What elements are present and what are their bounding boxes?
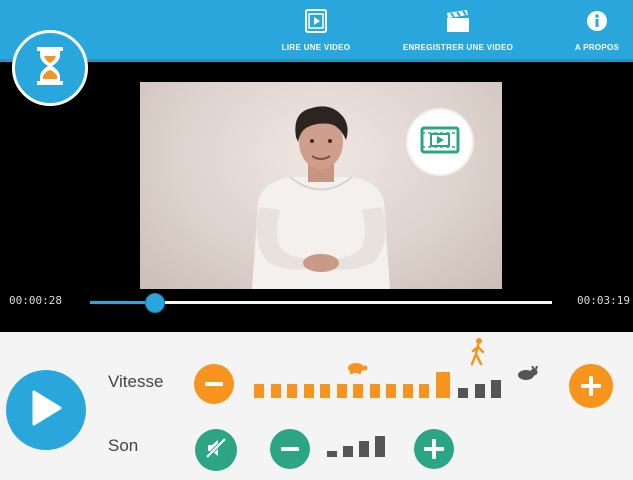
app-logo[interactable]: [12, 30, 88, 106]
speed-level-bar[interactable]: [254, 384, 264, 398]
rabbit-icon: [517, 365, 539, 385]
walking-person-icon: [470, 338, 486, 371]
speed-increase-button[interactable]: [569, 364, 613, 408]
total-time: 00:03:19: [577, 294, 630, 307]
volume-level-bar[interactable]: [343, 446, 353, 457]
turtle-icon: [346, 360, 368, 379]
nav-read-video[interactable]: LIRE UNE VIDEO: [268, 7, 364, 57]
volume-level-bar[interactable]: [327, 451, 337, 457]
video-file-icon: [302, 7, 330, 35]
play-icon: [28, 388, 64, 433]
speed-level-bar[interactable]: [303, 384, 314, 398]
top-header: LIRE UNE VIDEO ENREGISTRER UNE VIDEO A P…: [0, 0, 633, 62]
play-button[interactable]: [6, 370, 86, 450]
speed-level-bar[interactable]: [435, 372, 450, 398]
speed-level-bar[interactable]: [353, 384, 363, 398]
minus-icon: [281, 447, 299, 451]
speed-level-bar[interactable]: [287, 384, 297, 398]
video-player: 00:00:28 00:03:19: [0, 62, 633, 332]
current-time: 00:00:28: [9, 294, 62, 307]
plus-icon: [581, 376, 601, 396]
nav-read-video-label: LIRE UNE VIDEO: [281, 43, 351, 52]
volume-level-scale[interactable]: [327, 432, 407, 462]
hourglass-icon: [35, 46, 65, 91]
speed-level-bar[interactable]: [419, 384, 429, 398]
video-frame[interactable]: [140, 82, 502, 289]
seek-bar[interactable]: [90, 293, 552, 313]
speed-level-bar[interactable]: [474, 384, 485, 398]
speed-level-bar[interactable]: [369, 384, 380, 398]
minus-icon: [205, 382, 223, 386]
mute-icon: [204, 436, 228, 465]
volume-level-bar[interactable]: [375, 436, 385, 457]
nav-about[interactable]: A PROPOS: [562, 7, 632, 57]
volume-increase-button[interactable]: [414, 429, 454, 469]
nav-record-video-label: ENREGISTRER UNE VIDEO: [402, 43, 514, 52]
video-file-icon: [420, 126, 460, 159]
speed-decrease-button[interactable]: [194, 364, 234, 404]
sound-label: Son: [108, 436, 139, 455]
clapperboard-icon: [444, 7, 472, 35]
speed-level-bar[interactable]: [458, 388, 468, 398]
volume-decrease-button[interactable]: [270, 429, 310, 469]
mute-button[interactable]: [195, 429, 237, 471]
app-root: LIRE UNE VIDEO ENREGISTRER UNE VIDEO A P…: [0, 0, 633, 480]
seek-thumb[interactable]: [144, 293, 165, 313]
speed-level-bar[interactable]: [320, 384, 330, 398]
speed-level-bar[interactable]: [386, 384, 396, 398]
speed-level-bar[interactable]: [270, 384, 281, 398]
speed-level-scale[interactable]: [254, 338, 554, 398]
video-badge: [408, 110, 472, 174]
speed-level-bar[interactable]: [336, 384, 347, 398]
volume-level-bar[interactable]: [359, 441, 369, 457]
plus-icon: [424, 439, 444, 459]
speed-label: Vitesse: [108, 372, 164, 391]
info-icon: [583, 7, 611, 35]
nav-record-video[interactable]: ENREGISTRER UNE VIDEO: [378, 7, 538, 57]
nav-about-label: A PROPOS: [574, 43, 620, 52]
speed-level-bar[interactable]: [491, 380, 501, 398]
controls-panel: Vitesse Son: [0, 332, 633, 480]
speed-level-bar[interactable]: [402, 384, 413, 398]
